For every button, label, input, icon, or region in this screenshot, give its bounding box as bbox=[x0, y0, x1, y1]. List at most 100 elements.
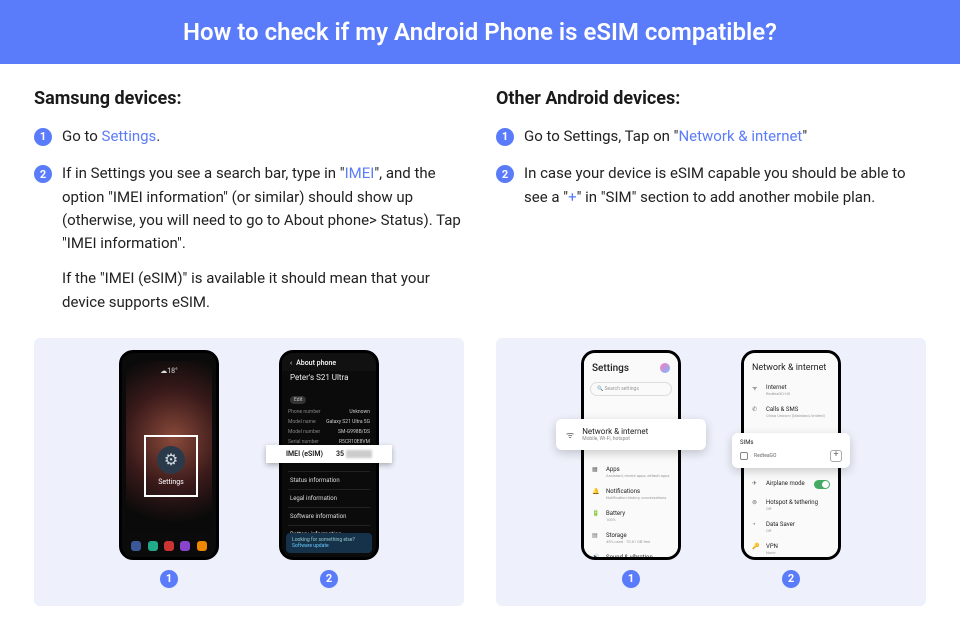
step-badge: 1 bbox=[34, 128, 52, 146]
text: Go to bbox=[62, 127, 102, 145]
text: None bbox=[766, 550, 778, 555]
list-item: Calls & SMS bbox=[766, 406, 825, 413]
toggle bbox=[814, 480, 830, 489]
imei-link[interactable]: IMEI bbox=[345, 164, 375, 182]
list-item: Sound & vibration bbox=[606, 554, 653, 557]
sound-icon: 🔊 bbox=[592, 554, 600, 557]
text: If the "IMEI (eSIM)" is available it sho… bbox=[62, 267, 464, 314]
screenshot-badge-2: 2 bbox=[782, 570, 800, 588]
sims-label: SIMs bbox=[740, 439, 842, 446]
list-item: Legal information bbox=[288, 489, 370, 507]
airplane-icon: ✈ bbox=[752, 480, 760, 487]
text: Go to Settings, Tap on " bbox=[524, 127, 678, 145]
vpn-icon: 🔑 bbox=[752, 543, 760, 550]
notifications-icon: 🔔 bbox=[592, 488, 600, 500]
step-badge: 1 bbox=[496, 128, 514, 146]
edit-button: Edit bbox=[290, 396, 306, 404]
list-item: Software information bbox=[288, 507, 370, 525]
ni-sub: Mobile, Wi-Fi, hotspot bbox=[582, 436, 648, 442]
imei-label: IMEI (eSIM) bbox=[286, 450, 323, 458]
imei-blurred bbox=[346, 450, 372, 458]
search-input: 🔍 Search settings bbox=[590, 382, 672, 396]
wifi-icon: ᯤ bbox=[752, 384, 760, 392]
phone-icon: ✆ bbox=[752, 406, 760, 413]
dock bbox=[128, 541, 210, 551]
about-phone-title: About phone bbox=[296, 359, 336, 367]
device-name: Peter's S21 Ultra bbox=[290, 373, 348, 382]
other-step-2: 2 In case your device is eSIM capable yo… bbox=[496, 162, 926, 209]
network-internet-title: Network & internet bbox=[744, 353, 838, 379]
text: 45% used · 70.61 GB free bbox=[606, 539, 650, 544]
gear-icon: ⚙ bbox=[157, 446, 185, 474]
text: Notification history, conversations bbox=[606, 495, 666, 500]
screenshot-badge-2: 2 bbox=[320, 570, 338, 588]
samsung-heading: Samsung devices: bbox=[34, 88, 464, 109]
screenshots-row: ☁18° ⚙ Settings 1 ‹ About p bbox=[0, 328, 960, 606]
list-item: Data Saver bbox=[766, 521, 795, 528]
text: " bbox=[802, 127, 807, 145]
samsung-step-2: 2 If in Settings you see a search bar, t… bbox=[34, 162, 464, 314]
text: " in "SIM" section to add another mobile… bbox=[577, 188, 876, 206]
list-item: Status information bbox=[288, 471, 370, 489]
plus-link[interactable]: + bbox=[568, 188, 577, 206]
list-item: Internet bbox=[766, 384, 790, 391]
datasaver-icon: ◔ bbox=[752, 521, 760, 528]
avatar bbox=[660, 363, 670, 373]
plus-icon: + bbox=[830, 450, 842, 462]
text: . bbox=[156, 127, 160, 145]
text: Assistant, recent apps, default apps bbox=[606, 473, 669, 478]
list-item: Storage bbox=[606, 532, 650, 539]
row-val: Unknown bbox=[349, 409, 370, 415]
settings-link[interactable]: Settings bbox=[102, 127, 157, 145]
network-internet-callout: ᯤ Network & internet Mobile, Wi-Fi, hots… bbox=[556, 419, 706, 450]
sim-icon bbox=[740, 452, 748, 460]
step-badge: 2 bbox=[34, 165, 52, 183]
list-item: Battery bbox=[606, 510, 625, 517]
page-title: How to check if my Android Phone is eSIM… bbox=[0, 0, 960, 64]
list-item: Hotspot & tethering bbox=[766, 499, 818, 506]
imei-esim-callout: IMEI (eSIM) 35 bbox=[266, 445, 392, 463]
sims-callout: SIMs RedteaGO + bbox=[732, 433, 850, 468]
row-val: SM-G998B/DS bbox=[338, 429, 370, 435]
step-badge: 2 bbox=[496, 165, 514, 183]
text: Off bbox=[766, 528, 795, 533]
samsung-screenshots: ☁18° ⚙ Settings 1 ‹ About p bbox=[34, 338, 464, 606]
list-item: Notifications bbox=[606, 488, 666, 495]
ni-title: Network & internet bbox=[582, 427, 648, 436]
samsung-phone-about: ‹ About phone Peter's S21 Ultra Edit Pho… bbox=[279, 350, 379, 560]
text: Software update bbox=[292, 543, 366, 549]
other-heading: Other Android devices: bbox=[496, 88, 926, 109]
other-column: Other Android devices: 1 Go to Settings,… bbox=[496, 88, 926, 328]
list-item: Apps bbox=[606, 466, 669, 473]
row-val: Galaxy S21 Ultra 5G bbox=[326, 419, 370, 425]
imei-prefix: 35 bbox=[336, 450, 344, 458]
samsung-column: Samsung devices: 1 Go to Settings. 2 If … bbox=[34, 88, 464, 328]
settings-title: Settings bbox=[592, 363, 629, 374]
list-item: Airplane mode bbox=[766, 480, 805, 487]
hotspot-icon: ⊚ bbox=[752, 499, 760, 506]
row-key: Phone number bbox=[288, 409, 320, 415]
android-phone-network: Network & internet ᯤInternetRedteaGO-US … bbox=[741, 350, 841, 560]
screenshot-badge-1: 1 bbox=[622, 570, 640, 588]
back-icon: ‹ bbox=[290, 359, 292, 367]
weather-widget: ☁18° bbox=[122, 367, 216, 375]
apps-icon: ▦ bbox=[592, 466, 600, 478]
sim-name: RedteaGO bbox=[754, 453, 824, 459]
settings-label: Settings bbox=[158, 478, 184, 486]
other-step-1: 1 Go to Settings, Tap on "Network & inte… bbox=[496, 125, 926, 148]
screenshot-badge-1: 1 bbox=[160, 570, 178, 588]
text: 100% bbox=[606, 517, 625, 522]
instructions-columns: Samsung devices: 1 Go to Settings. 2 If … bbox=[0, 64, 960, 328]
text: Off bbox=[766, 506, 818, 511]
samsung-step-1: 1 Go to Settings. bbox=[34, 125, 464, 148]
footer-card: Looking for something else? Software upd… bbox=[286, 533, 372, 553]
settings-app-highlight: ⚙ Settings bbox=[144, 435, 198, 497]
android-phone-settings: Settings 🔍 Search settings ▦ AppsAssistan… bbox=[581, 350, 681, 560]
battery-icon: 🔋 bbox=[592, 510, 600, 522]
text: If in Settings you see a search bar, typ… bbox=[62, 164, 345, 182]
other-screenshots: Settings 🔍 Search settings ▦ AppsAssistan… bbox=[496, 338, 926, 606]
row-key: Model name bbox=[288, 419, 316, 425]
text: RedteaGO-US bbox=[766, 391, 790, 396]
network-internet-link[interactable]: Network & internet bbox=[678, 127, 802, 145]
text: Looking for something else? bbox=[292, 537, 366, 543]
